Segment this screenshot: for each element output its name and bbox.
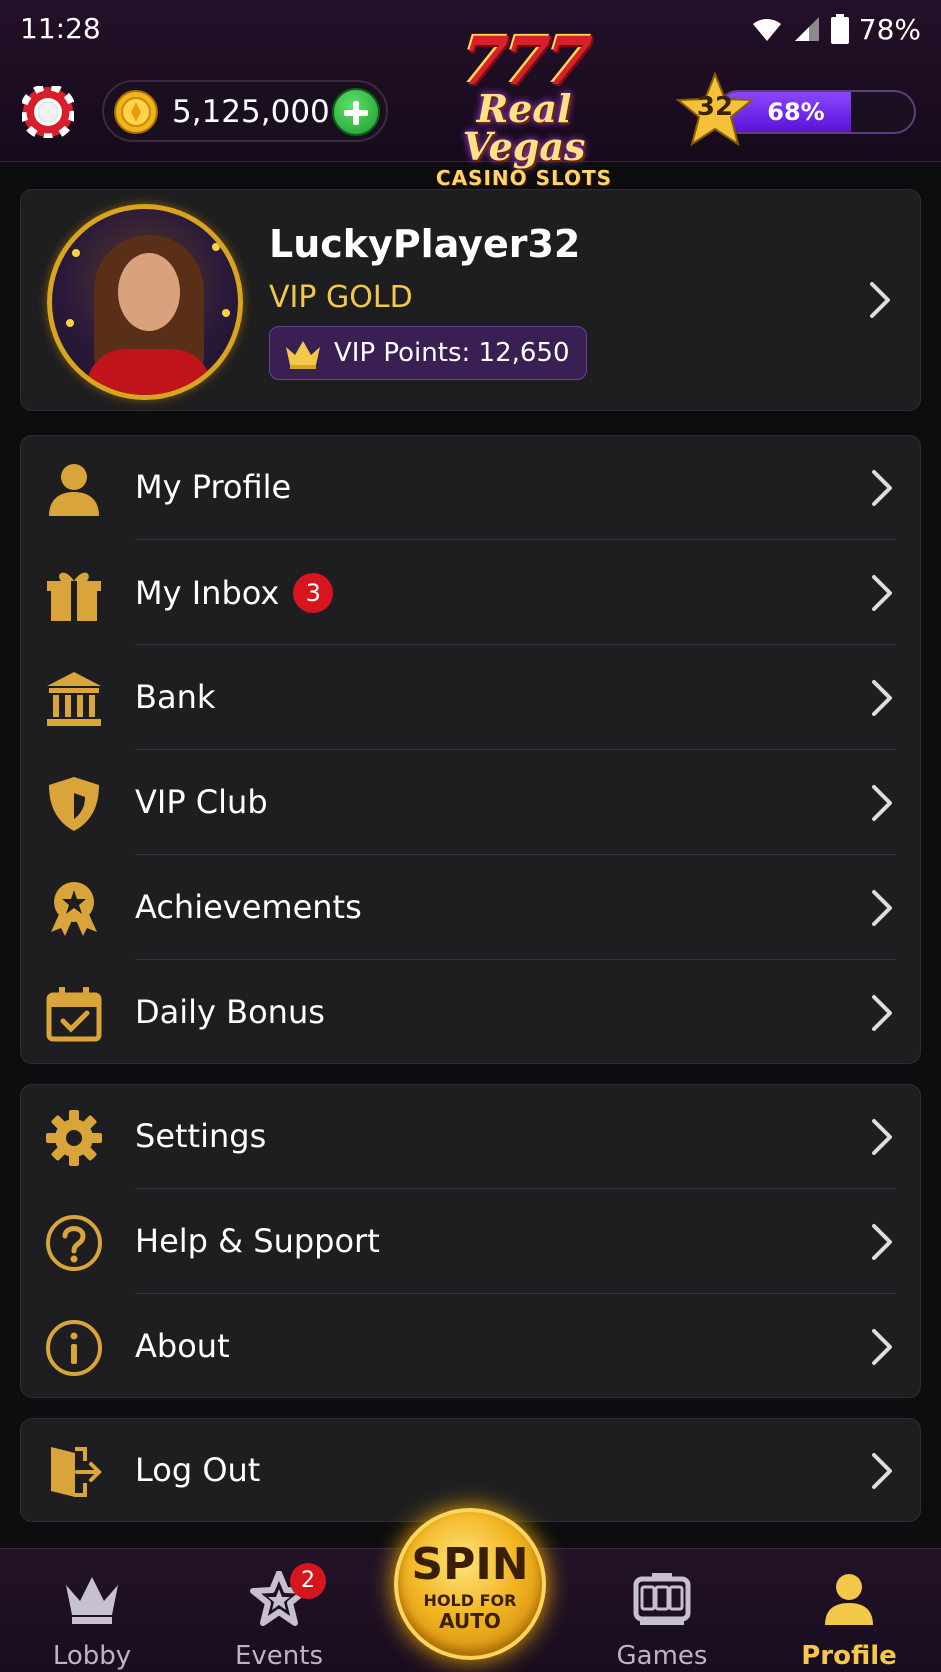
chevron-right-icon <box>872 1329 892 1365</box>
crown-icon <box>286 341 320 369</box>
status-time: 11:28 <box>20 12 101 45</box>
nav-label: Events <box>234 1641 324 1671</box>
gear-icon <box>46 1110 102 1166</box>
logo-subtitle: CASINO SLOTS <box>435 166 613 190</box>
menu-label: VIP Club <box>135 783 268 821</box>
menu-item-daily-bonus[interactable]: Daily Bonus <box>21 961 922 1065</box>
menu-label: My Inbox 3 <box>135 573 334 613</box>
chevron-right-icon <box>872 1453 892 1489</box>
spin-hold-label: HOLD FOR <box>423 1591 517 1610</box>
menu-item-settings[interactable]: Settings <box>21 1085 922 1189</box>
spin-auto-label: AUTO <box>439 1609 501 1633</box>
menu-label: Daily Bonus <box>135 993 325 1031</box>
spin-button[interactable]: SPIN HOLD FOR AUTO <box>394 1508 546 1660</box>
inbox-badge: 3 <box>293 573 334 613</box>
menu-item-my-profile[interactable]: My Profile <box>21 436 922 540</box>
logout-icon <box>51 1447 102 1497</box>
menu-label: Bank <box>135 678 216 716</box>
casino-chip-icon[interactable] <box>22 86 74 138</box>
menu-label: About <box>135 1327 230 1365</box>
menu-label: My Profile <box>135 468 292 506</box>
logo-brand: Real Vegas <box>462 86 586 169</box>
battery-icon <box>830 14 849 44</box>
award-icon <box>51 882 97 936</box>
menu-item-vip-club[interactable]: VIP Club <box>21 751 922 855</box>
wifi-icon <box>752 18 781 41</box>
chevron-right-icon <box>872 995 892 1031</box>
logout-card: Log Out <box>20 1418 921 1522</box>
chevron-right-icon <box>872 1224 892 1260</box>
chevron-right-icon <box>872 575 892 611</box>
menu-item-about[interactable]: About <box>21 1295 922 1399</box>
top-bar: 11:28 78% 5,125,000 777 Real Vegas CASIN… <box>0 0 941 190</box>
events-badge: 2 <box>290 1563 326 1599</box>
nav-label: Games <box>616 1641 708 1671</box>
menu-label: Settings <box>135 1117 267 1155</box>
slot-machine-icon <box>633 1573 691 1625</box>
chevron-right-icon <box>872 1119 892 1155</box>
level-progress[interactable]: 68% 32 <box>676 72 922 147</box>
help-icon <box>46 1215 102 1271</box>
spin-label: SPIN <box>411 1539 529 1590</box>
nav-label: Lobby <box>52 1641 132 1671</box>
info-icon <box>46 1320 102 1376</box>
logo-sevens: 777 <box>457 22 591 100</box>
menu-label: Log Out <box>135 1451 261 1489</box>
status-icons: 78% <box>751 12 921 46</box>
nav-label: Profile <box>801 1641 897 1671</box>
nav-lobby[interactable]: Lobby <box>17 1563 167 1671</box>
person-icon <box>49 464 99 516</box>
crown-icon <box>66 1577 118 1624</box>
main-menu: My Profile My Inbox 3 Bank VIP Club Achi… <box>20 435 921 1064</box>
coin-icon <box>114 90 158 134</box>
menu-label: Help & Support <box>135 1222 380 1260</box>
nav-events[interactable]: 2 Events <box>204 1563 354 1671</box>
nav-profile[interactable]: Profile <box>774 1563 924 1671</box>
chevron-right-icon <box>870 282 890 318</box>
app-logo: 777 Real Vegas CASINO SLOTS <box>412 22 636 190</box>
menu-label: Achievements <box>135 888 362 926</box>
battery-percent: 78% <box>858 12 921 46</box>
avatar <box>47 204 243 400</box>
chevron-right-icon <box>872 680 892 716</box>
menu-item-help-support[interactable]: Help & Support <box>21 1190 922 1294</box>
calendar-check-icon <box>46 987 102 1042</box>
vip-points-text: VIP Points: 12,650 <box>334 338 570 368</box>
signal-icon <box>794 17 819 41</box>
chevron-right-icon <box>872 785 892 821</box>
level-number: 32 <box>696 92 734 122</box>
coin-balance[interactable]: 5,125,000 <box>102 80 388 142</box>
chevron-right-icon <box>872 470 892 506</box>
coin-amount: 5,125,000 <box>172 94 330 130</box>
username: LuckyPlayer32 <box>269 222 581 266</box>
level-percent: 68% <box>767 98 825 126</box>
secondary-menu: Settings Help & Support About <box>20 1084 921 1398</box>
person-icon <box>825 1574 873 1625</box>
vip-points-badge: VIP Points: 12,650 <box>269 326 587 380</box>
nav-games[interactable]: Games <box>587 1563 737 1671</box>
menu-item-achievements[interactable]: Achievements <box>21 856 922 960</box>
bank-icon <box>47 672 101 726</box>
add-coins-button[interactable] <box>332 88 380 136</box>
gift-icon <box>47 572 101 621</box>
chevron-right-icon <box>872 890 892 926</box>
menu-item-my-inbox[interactable]: My Inbox 3 <box>21 541 922 645</box>
menu-item-bank[interactable]: Bank <box>21 646 922 750</box>
vip-tier: VIP GOLD <box>269 280 413 315</box>
shield-icon <box>49 777 99 831</box>
profile-card[interactable]: LuckyPlayer32 VIP GOLD VIP Points: 12,65… <box>20 189 921 411</box>
